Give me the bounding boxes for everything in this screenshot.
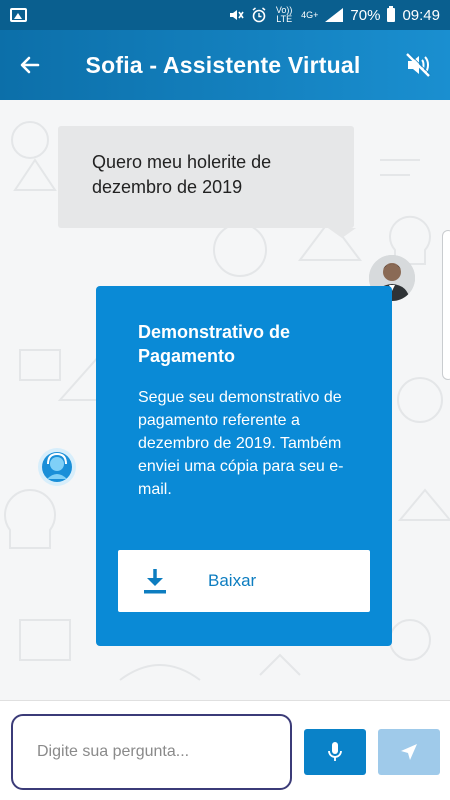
send-button[interactable] <box>378 729 440 775</box>
mute-audio-button[interactable] <box>388 43 432 87</box>
card-message: Segue seu demonstrativo de pagamento ref… <box>138 389 344 498</box>
page-title: Sofia - Assistente Virtual <box>85 51 361 78</box>
battery-icon <box>387 6 396 22</box>
network-4g-indicator: 4G+ <box>301 9 319 20</box>
status-bar: Vo)) LTE 4G+ 70% 09:49 <box>0 0 450 30</box>
microphone-icon <box>328 742 342 761</box>
chat-area[interactable]: Quero meu holerite de dezembro de 2019 D… <box>0 100 450 700</box>
image-notification-icon <box>10 8 27 22</box>
alarm-icon <box>252 7 266 23</box>
input-bar <box>0 700 450 800</box>
download-icon <box>144 569 166 594</box>
back-button[interactable] <box>18 43 62 87</box>
app-header: Sofia - Assistente Virtual <box>0 30 450 100</box>
send-icon <box>401 744 417 760</box>
scroll-handle[interactable] <box>442 230 450 380</box>
microphone-button[interactable] <box>304 729 366 775</box>
bot-avatar <box>36 446 78 488</box>
user-message-bubble: Quero meu holerite de dezembro de 2019 <box>58 126 354 228</box>
volte-indicator: Vo)) LTE <box>275 5 293 24</box>
arrow-left-icon <box>20 56 40 74</box>
signal-icon <box>325 8 344 22</box>
mute-icon <box>230 10 244 20</box>
user-message-line-1: Quero meu holerite de <box>92 152 272 172</box>
clock: 09:49 <box>402 6 440 24</box>
payment-statement-card: Demonstrativo de Pagamento Segue seu dem… <box>96 286 392 646</box>
download-button-label: Baixar <box>208 571 257 590</box>
battery-percent: 70% <box>350 6 381 24</box>
card-title: Demonstrativo de Pagamento <box>138 322 291 366</box>
volume-off-icon <box>406 52 431 77</box>
question-input[interactable] <box>11 714 292 790</box>
download-button[interactable]: Baixar <box>118 550 370 612</box>
user-bubble-tail <box>328 228 356 238</box>
assistant-icon <box>38 448 76 486</box>
user-message-line-2: dezembro de 2019 <box>92 177 243 197</box>
